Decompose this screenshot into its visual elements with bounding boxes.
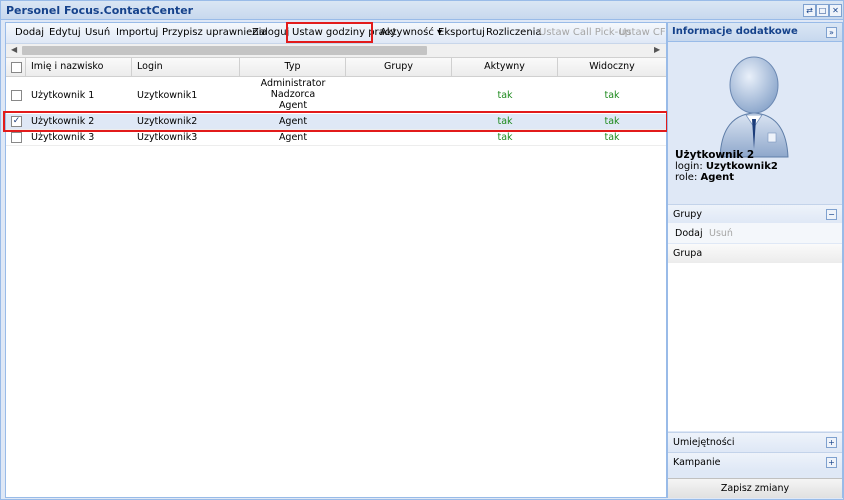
activity-menu-button[interactable]: Aktywność ▾ — [380, 27, 442, 38]
groups-grid-header: Grupa — [668, 244, 842, 264]
collapse-icon[interactable]: − — [826, 209, 837, 220]
role-value: Agent — [700, 172, 735, 183]
refresh-icon[interactable]: ⇄ — [803, 4, 816, 17]
horizontal-scrollbar[interactable]: ◀ ▶ — [6, 44, 666, 58]
cell-type-2: Nadzorca — [270, 89, 316, 100]
col-login[interactable]: Login — [132, 58, 240, 76]
user-login-line: login: Uzytkownik2 — [675, 161, 778, 172]
info-panel: Informacje dodatkowe » Użytkownik 2 logi… — [667, 22, 843, 498]
cell-type: Agent — [278, 132, 308, 143]
scroll-right-icon[interactable]: ▶ — [654, 45, 660, 54]
user-info: Użytkownik 2 login: Uzytkownik2 role: Ag… — [675, 149, 778, 184]
set-cf-button[interactable]: Ustaw CF — [619, 27, 666, 38]
groups-add-button[interactable]: Dodaj — [675, 228, 703, 239]
expand-icon[interactable]: + — [826, 437, 837, 448]
login-label: login: — [675, 161, 703, 172]
save-changes-button[interactable]: Zapisz zmiany — [668, 478, 842, 498]
user-name: Użytkownik 2 — [675, 149, 755, 161]
col-type[interactable]: Typ — [240, 58, 346, 76]
row-checkbox[interactable] — [11, 132, 22, 143]
info-panel-header: Informacje dodatkowe » — [668, 23, 842, 42]
collapse-right-icon[interactable]: » — [826, 27, 837, 38]
cell-name: Użytkownik 1 — [31, 90, 95, 101]
campaigns-section-header[interactable]: Kampanie + — [668, 452, 842, 471]
col-visible[interactable]: Widoczny — [558, 58, 666, 76]
role-label: role: — [675, 172, 698, 183]
cell-visible: tak — [604, 90, 620, 101]
users-panel: Dodaj Edytuj Usuń Importuj Przypisz upra… — [3, 22, 668, 498]
login-button[interactable]: Zaloguj — [252, 27, 289, 38]
maximize-icon[interactable]: □ — [816, 4, 829, 17]
campaigns-section-title: Kampanie — [673, 457, 721, 468]
cell-name: Użytkownik 3 — [31, 132, 95, 143]
cell-active: tak — [497, 132, 513, 143]
groups-section-header[interactable]: Grupy − — [668, 204, 842, 223]
export-button[interactable]: Eksportuj — [438, 27, 485, 38]
cell-login: Uzytkownik3 — [137, 132, 198, 143]
close-icon[interactable]: ✕ — [829, 4, 842, 17]
table-row[interactable]: Użytkownik 1 Uzytkownik1 Administrator N… — [6, 77, 666, 115]
info-panel-title: Informacje dodatkowe — [672, 26, 798, 37]
scrollbar-thumb[interactable] — [22, 46, 427, 55]
groups-section-title: Grupy — [673, 209, 702, 220]
highlight-set-work-hours — [286, 22, 373, 43]
cell-active: tak — [497, 90, 513, 101]
import-button[interactable]: Importuj — [116, 27, 158, 38]
user-avatar-icon — [719, 56, 789, 158]
skills-section-header[interactable]: Umiejętności + — [668, 432, 842, 451]
cell-type-3: Agent — [278, 100, 308, 111]
scroll-left-icon[interactable]: ◀ — [11, 45, 17, 54]
cell-visible: tak — [604, 132, 620, 143]
select-all-checkbox[interactable] — [11, 62, 22, 73]
edit-button[interactable]: Edytuj — [49, 27, 81, 38]
highlight-selected-row — [3, 111, 668, 132]
groups-toolbar: Dodaj Usuń — [668, 223, 842, 243]
user-role-line: role: Agent — [675, 172, 778, 183]
billing-button[interactable]: Rozliczenia — [486, 27, 542, 38]
expand-icon[interactable]: + — [826, 457, 837, 468]
window-title: Personel Focus.ContactCenter — [6, 4, 194, 17]
app-window: Personel Focus.ContactCenter ⇄ □ ✕ Dodaj… — [0, 0, 844, 500]
groups-list — [668, 263, 842, 431]
delete-button[interactable]: Usuń — [85, 27, 110, 38]
row-checkbox[interactable] — [11, 90, 22, 101]
set-call-pickup-button[interactable]: Ustaw Call Pick-up — [539, 27, 631, 38]
col-groups[interactable]: Grupy — [346, 58, 452, 76]
grid-header: Imię i nazwisko Login Typ Grupy Aktywny … — [6, 58, 666, 77]
cell-login: Uzytkownik1 — [137, 90, 198, 101]
login-value: Uzytkownik2 — [705, 161, 778, 172]
col-name[interactable]: Imię i nazwisko — [26, 58, 132, 76]
skills-section-title: Umiejętności — [673, 437, 735, 448]
header-select-all — [6, 58, 26, 76]
add-button[interactable]: Dodaj — [15, 27, 44, 38]
col-active[interactable]: Aktywny — [452, 58, 558, 76]
cell-type-1: Administrator — [260, 78, 326, 89]
col-group[interactable]: Grupa — [673, 248, 702, 259]
groups-remove-button[interactable]: Usuń — [709, 228, 733, 239]
table-row[interactable]: Użytkownik 3 Uzytkownik3 Agent tak tak — [6, 130, 666, 146]
title-bar: Personel Focus.ContactCenter ⇄ □ ✕ — [1, 1, 843, 20]
